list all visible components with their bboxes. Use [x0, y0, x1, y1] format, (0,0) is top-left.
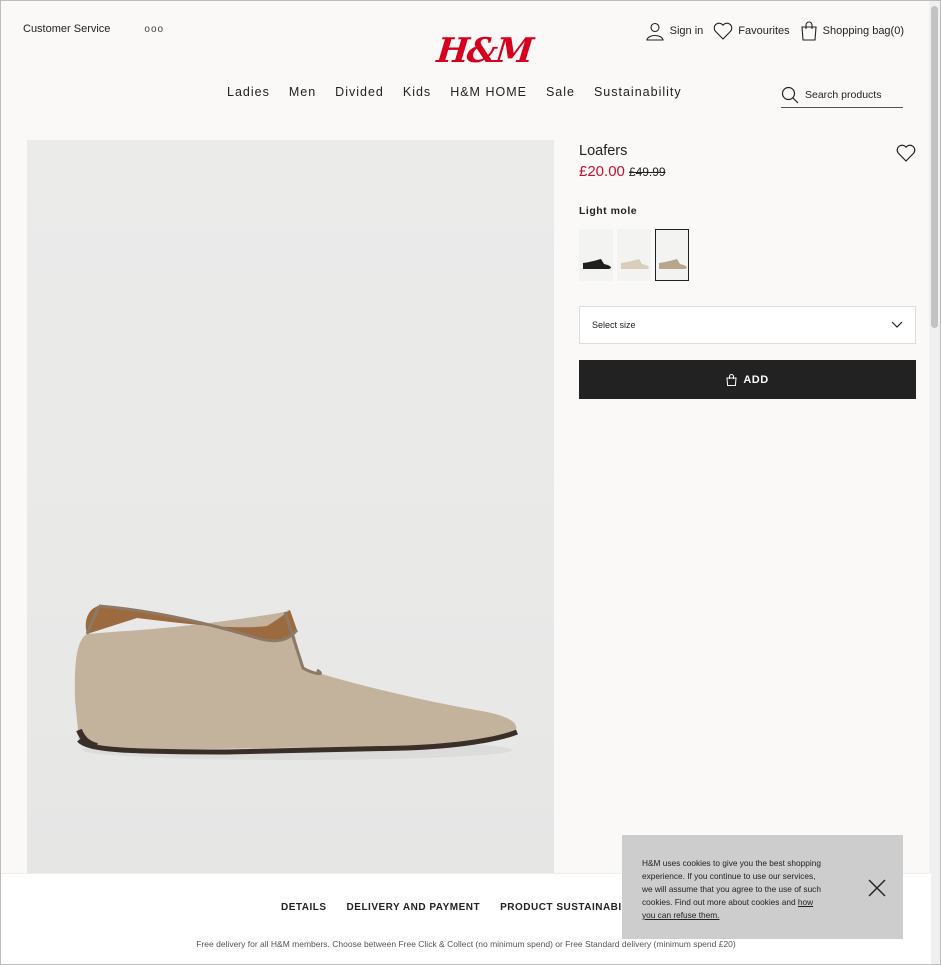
cookie-message: H&M uses cookies to give you the best sh…	[642, 857, 827, 922]
sign-in-link[interactable]: Sign in	[645, 21, 704, 41]
heart-icon	[896, 144, 916, 162]
shopping-bag-link[interactable]: Shopping bag(0)	[800, 21, 904, 41]
price-block: £20.00 £49.99	[579, 163, 666, 180]
add-to-favourites-button[interactable]	[896, 144, 916, 167]
swatch-black[interactable]	[579, 229, 613, 281]
delivery-note: Free delivery for all H&M members. Choos…	[196, 939, 736, 949]
bag-icon	[801, 21, 817, 41]
swatch-light-mole[interactable]	[655, 229, 689, 281]
black-loafer-thumb	[583, 259, 611, 269]
sign-in-label: Sign in	[669, 25, 704, 37]
sale-price: £20.00	[579, 163, 625, 180]
cookie-close-button[interactable]	[868, 879, 886, 901]
product-image[interactable]	[27, 140, 554, 875]
cookie-banner: H&M uses cookies to give you the best sh…	[622, 835, 903, 939]
original-price: £49.99	[628, 165, 666, 179]
info-tabs: DETAILS DELIVERY AND PAYMENT PRODUCT SUS…	[281, 902, 645, 913]
more-icon[interactable]: ooo	[144, 24, 164, 35]
loafer-image	[74, 604, 518, 760]
add-to-bag-button[interactable]: ADD	[579, 360, 916, 399]
top-left-links: Customer Service ooo	[23, 23, 164, 35]
nav-item-kids[interactable]: Kids	[403, 85, 431, 99]
selected-color-label: Light mole	[579, 205, 638, 217]
shopping-bag-label: Shopping bag(0)	[822, 25, 904, 37]
account-links: Sign in Favourites Shopping bag(0)	[645, 21, 904, 41]
chevron-down-icon	[891, 321, 903, 328]
nav-item-ladies[interactable]: Ladies	[227, 85, 270, 99]
favourites-label: Favourites	[738, 25, 790, 37]
add-button-label: ADD	[743, 373, 769, 386]
heart-icon	[713, 22, 733, 40]
bag-icon	[726, 373, 737, 386]
hm-logo[interactable]: H&M	[435, 31, 534, 71]
search-input[interactable]	[805, 89, 895, 101]
size-select-label: Select size	[592, 320, 636, 330]
size-select[interactable]: Select size	[579, 306, 916, 344]
product-name: Loafers	[579, 143, 628, 159]
close-icon	[868, 879, 886, 897]
nav-item-men[interactable]: Men	[289, 85, 316, 99]
nav-item-sale[interactable]: Sale	[546, 85, 575, 99]
user-icon	[646, 22, 664, 41]
color-swatches	[579, 229, 689, 281]
cookie-text: H&M uses cookies to give you the best sh…	[642, 858, 821, 907]
mole-loafer-thumb	[659, 259, 687, 269]
nav-item-hm-home[interactable]: H&M HOME	[450, 85, 527, 99]
tab-delivery-and-payment[interactable]: DELIVERY AND PAYMENT	[347, 902, 481, 913]
swatch-beige[interactable]	[617, 229, 651, 281]
main-navigation: Ladies Men Divided Kids H&M HOME Sale Su…	[227, 85, 682, 99]
tab-details[interactable]: DETAILS	[281, 902, 327, 913]
nav-item-divided[interactable]: Divided	[335, 85, 384, 99]
favourites-link[interactable]: Favourites	[713, 22, 790, 40]
nav-item-sustainability[interactable]: Sustainability	[594, 85, 682, 99]
customer-service-link[interactable]: Customer Service	[23, 23, 110, 35]
search-bar	[781, 83, 903, 108]
scrollbar-thumb[interactable]	[931, 6, 938, 328]
page-scrollbar[interactable]	[929, 1, 940, 964]
beige-loafer-thumb	[621, 259, 649, 269]
search-icon[interactable]	[781, 86, 799, 104]
